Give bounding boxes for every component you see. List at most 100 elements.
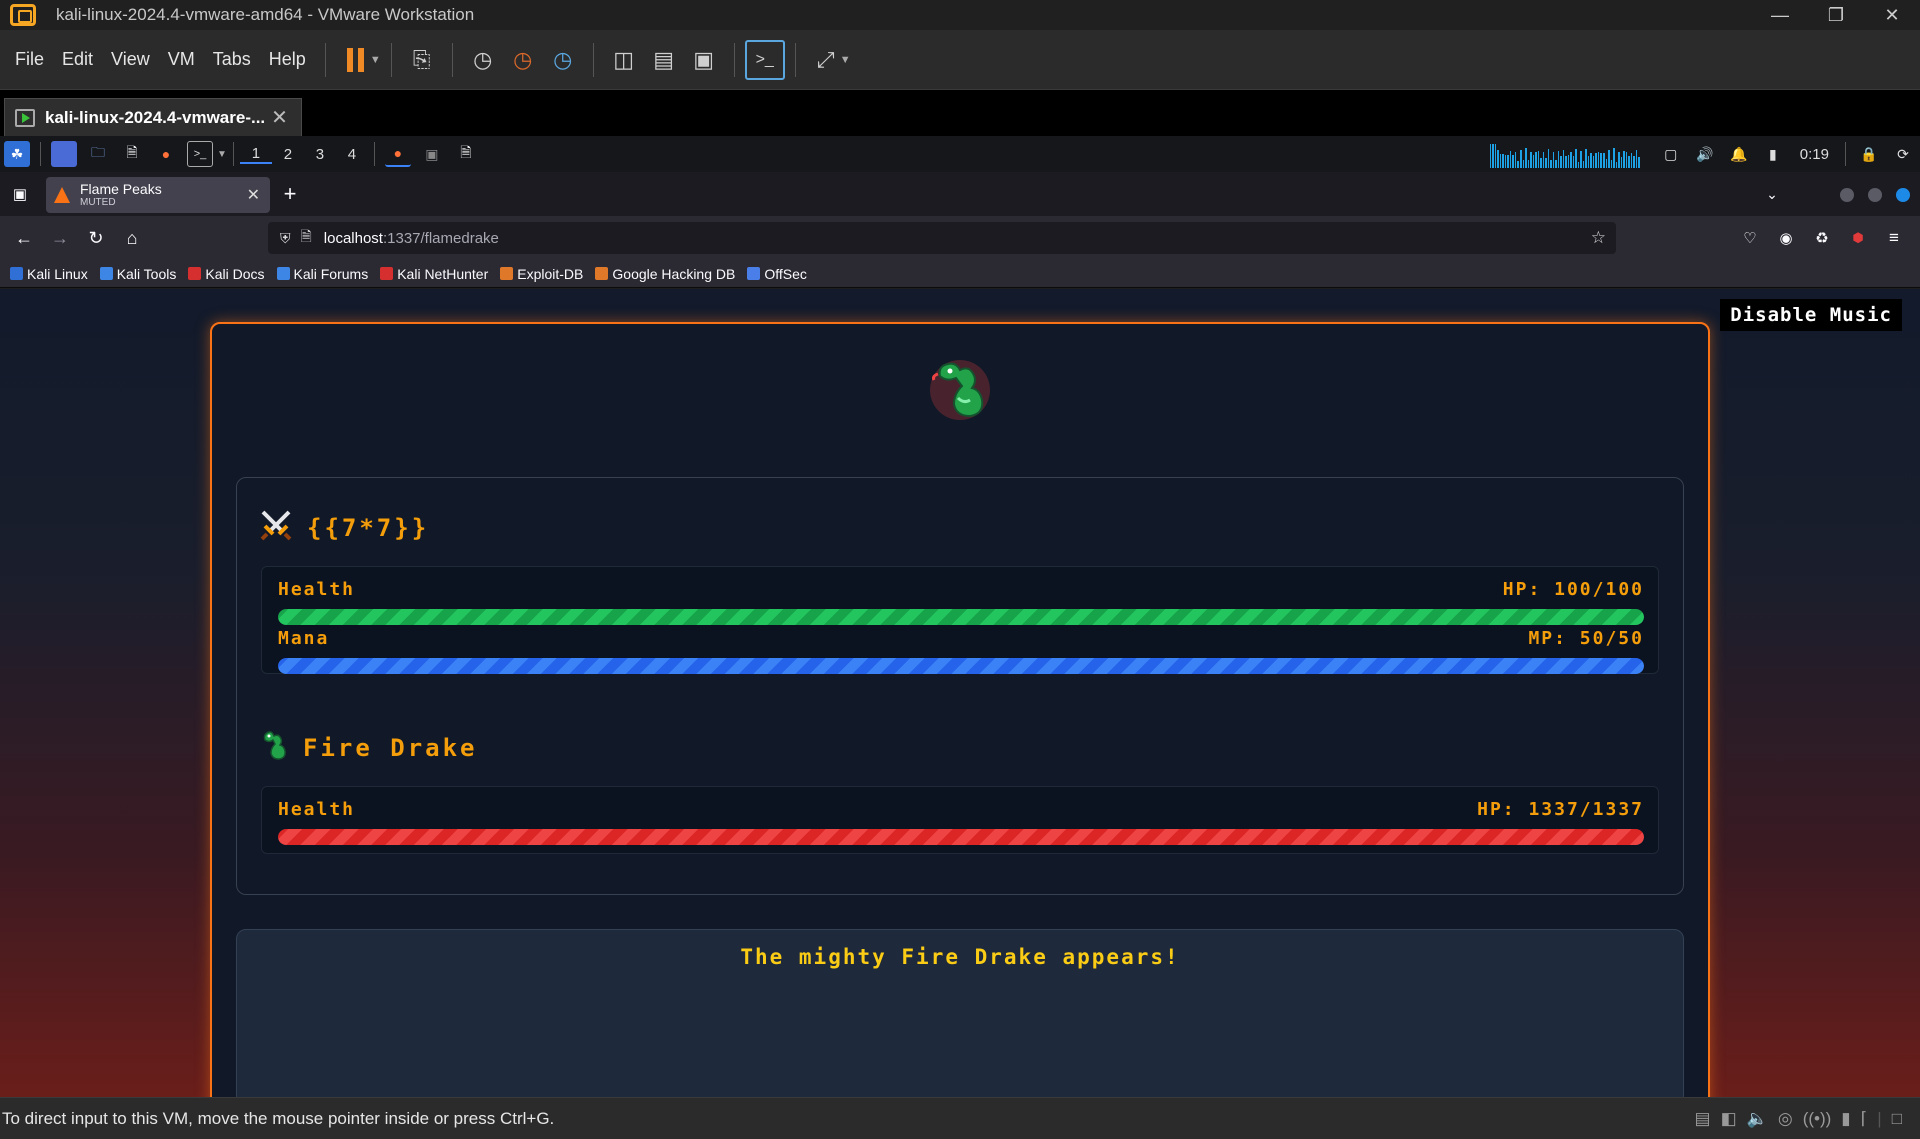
firefox-window-icon[interactable]: ●: [384, 141, 411, 167]
close-icon[interactable]: ✕: [271, 105, 288, 130]
lock-icon[interactable]: 🔒: [1856, 141, 1882, 167]
shield-icon[interactable]: ⛨: [280, 230, 291, 247]
panel-clock[interactable]: 0:19: [1800, 146, 1829, 163]
send-ctrl-alt-del-icon[interactable]: ⎘: [402, 40, 442, 80]
chevron-down-icon[interactable]: ▼: [217, 149, 227, 160]
cd-rom-icon[interactable]: ◎: [1778, 1109, 1793, 1129]
close-icon[interactable]: ✕: [1864, 0, 1920, 30]
chevron-down-icon[interactable]: ▼: [370, 54, 381, 66]
revert-snapshot-icon[interactable]: ◷: [503, 40, 543, 80]
workspace-3[interactable]: 3: [304, 146, 336, 163]
vm-tab[interactable]: kali-linux-2024.4-vmware-... ✕: [4, 98, 302, 136]
battery-icon[interactable]: ▮: [1760, 141, 1786, 167]
enemy-stats: Health HP: 1337/1337: [261, 786, 1659, 854]
player-health-row: Health HP: 100/100: [278, 579, 1644, 629]
tab-muted-label[interactable]: MUTED: [80, 197, 162, 208]
ublock-icon[interactable]: ⬢: [1840, 230, 1876, 246]
page-info-icon[interactable]: 🗎: [301, 226, 312, 250]
toolbar-separator: [733, 42, 735, 77]
text-editor-icon[interactable]: 🗎: [119, 141, 145, 167]
menu-help[interactable]: Help: [260, 49, 315, 70]
new-tab-icon[interactable]: +: [272, 181, 308, 207]
hard-disk-icon[interactable]: ▤: [1695, 1109, 1711, 1129]
vmware-logo-icon: [10, 4, 36, 26]
player-health-label: Health: [278, 579, 356, 600]
bookmark-item[interactable]: OffSec: [747, 266, 807, 282]
show-desktop-icon[interactable]: [51, 141, 77, 167]
bookmark-star-icon[interactable]: ☆: [1591, 228, 1606, 248]
bookmark-item[interactable]: Kali Tools: [99, 266, 176, 282]
menu-vm[interactable]: VM: [159, 49, 204, 70]
printer-icon[interactable]: ⌈: [1861, 1109, 1868, 1129]
player-mana-fill: [278, 658, 1644, 674]
kali-menu-icon[interactable]: ☘: [4, 141, 30, 167]
firefox-icon[interactable]: ●: [153, 141, 179, 167]
menu-tabs[interactable]: Tabs: [204, 49, 260, 70]
menu-file[interactable]: File: [6, 49, 53, 70]
editor-window-icon[interactable]: 🗎: [453, 141, 479, 167]
bookmark-item[interactable]: Kali NetHunter: [380, 266, 488, 282]
bookmark-item[interactable]: Kali Linux: [10, 266, 88, 282]
window-maximize-icon[interactable]: [1868, 188, 1882, 202]
back-icon[interactable]: ←: [6, 228, 42, 249]
workspace-2[interactable]: 2: [272, 146, 304, 163]
url-host: localhost: [323, 229, 383, 247]
minimize-icon[interactable]: —: [1752, 0, 1808, 30]
enemy-health-label: Health: [278, 799, 356, 820]
audio-visualizer-icon: [1489, 140, 1640, 168]
status-separator: |: [1877, 1109, 1882, 1128]
hamburger-menu-icon[interactable]: ≡: [1876, 228, 1912, 248]
url-bar[interactable]: ⛨ 🗎 localhost :1337/flamedrake ☆: [268, 222, 1616, 254]
vmware-titlebar: kali-linux-2024.4-vmware-amd64 - VMware …: [0, 0, 1920, 30]
bookmark-item[interactable]: Google Hacking DB: [595, 266, 735, 282]
home-icon[interactable]: ⌂: [114, 228, 150, 249]
enemy-name-row: Fire Drake: [259, 728, 478, 768]
usb-icon[interactable]: ▮: [1841, 1109, 1850, 1129]
bookmark-favicon-icon: [380, 267, 394, 280]
bookmark-item[interactable]: Exploit-DB: [500, 266, 583, 282]
firefox-tabbar: ▣ Flame Peaks MUTED ✕ + ⌄: [0, 172, 1920, 216]
tab-title: Flame Peaks: [80, 181, 162, 197]
account-icon[interactable]: ◉: [1768, 229, 1804, 247]
fullscreen-icon[interactable]: ▣: [684, 40, 724, 80]
console-view-icon[interactable]: >_: [744, 39, 785, 80]
snapshot-icon[interactable]: ◷: [463, 40, 503, 80]
notifications-icon[interactable]: 🔔: [1726, 141, 1752, 167]
terminal-icon[interactable]: >_: [187, 141, 213, 167]
display-icon[interactable]: ▢: [1658, 141, 1684, 167]
window-close-icon[interactable]: [1896, 188, 1910, 202]
forward-icon[interactable]: →: [42, 228, 78, 249]
window-minimize-icon[interactable]: [1840, 188, 1854, 202]
terminal-window-icon[interactable]: ▣: [419, 141, 445, 167]
dragon-icon: [259, 728, 289, 768]
menu-edit[interactable]: Edit: [53, 49, 102, 70]
file-manager-icon[interactable]: 🗀: [85, 141, 111, 167]
network-icon[interactable]: ◧: [1721, 1109, 1737, 1129]
message-log-icon[interactable]: □: [1892, 1109, 1902, 1129]
workspace-1[interactable]: 1: [239, 145, 272, 164]
close-icon[interactable]: ✕: [247, 185, 260, 205]
reload-icon[interactable]: ↻: [78, 228, 114, 249]
sound-card-icon[interactable]: 🔈: [1747, 1109, 1768, 1129]
snapshot-manager-icon[interactable]: ◷: [543, 40, 583, 80]
tab-flame-peaks[interactable]: Flame Peaks MUTED ✕: [46, 177, 270, 213]
logout-icon[interactable]: ⟳: [1890, 141, 1916, 167]
bookmark-item[interactable]: Kali Forums: [276, 266, 368, 282]
tab-overview-icon[interactable]: ▣: [2, 185, 38, 203]
player-mana-row: Mana MP: 50/50: [278, 628, 1644, 678]
bookmark-item[interactable]: Kali Docs: [188, 266, 265, 282]
volume-icon[interactable]: 🔊: [1692, 141, 1718, 167]
workspace-4[interactable]: 4: [336, 146, 368, 163]
chevron-down-icon[interactable]: ▼: [840, 54, 851, 66]
menu-view[interactable]: View: [102, 49, 159, 70]
extensions-icon[interactable]: ♻: [1804, 229, 1840, 247]
restore-icon[interactable]: ❐: [1808, 0, 1864, 30]
bookmark-favicon-icon: [99, 267, 113, 280]
library-view-icon[interactable]: ◫: [604, 40, 644, 80]
disable-music-button[interactable]: Disable Music: [1720, 299, 1902, 331]
thumbnail-view-icon[interactable]: ▤: [644, 40, 684, 80]
vm-tab-label: kali-linux-2024.4-vmware-...: [45, 107, 266, 127]
tab-list-icon[interactable]: ⌄: [1754, 186, 1790, 203]
pocket-icon[interactable]: ♡: [1732, 229, 1768, 247]
wireless-icon[interactable]: ((•)): [1803, 1109, 1832, 1129]
